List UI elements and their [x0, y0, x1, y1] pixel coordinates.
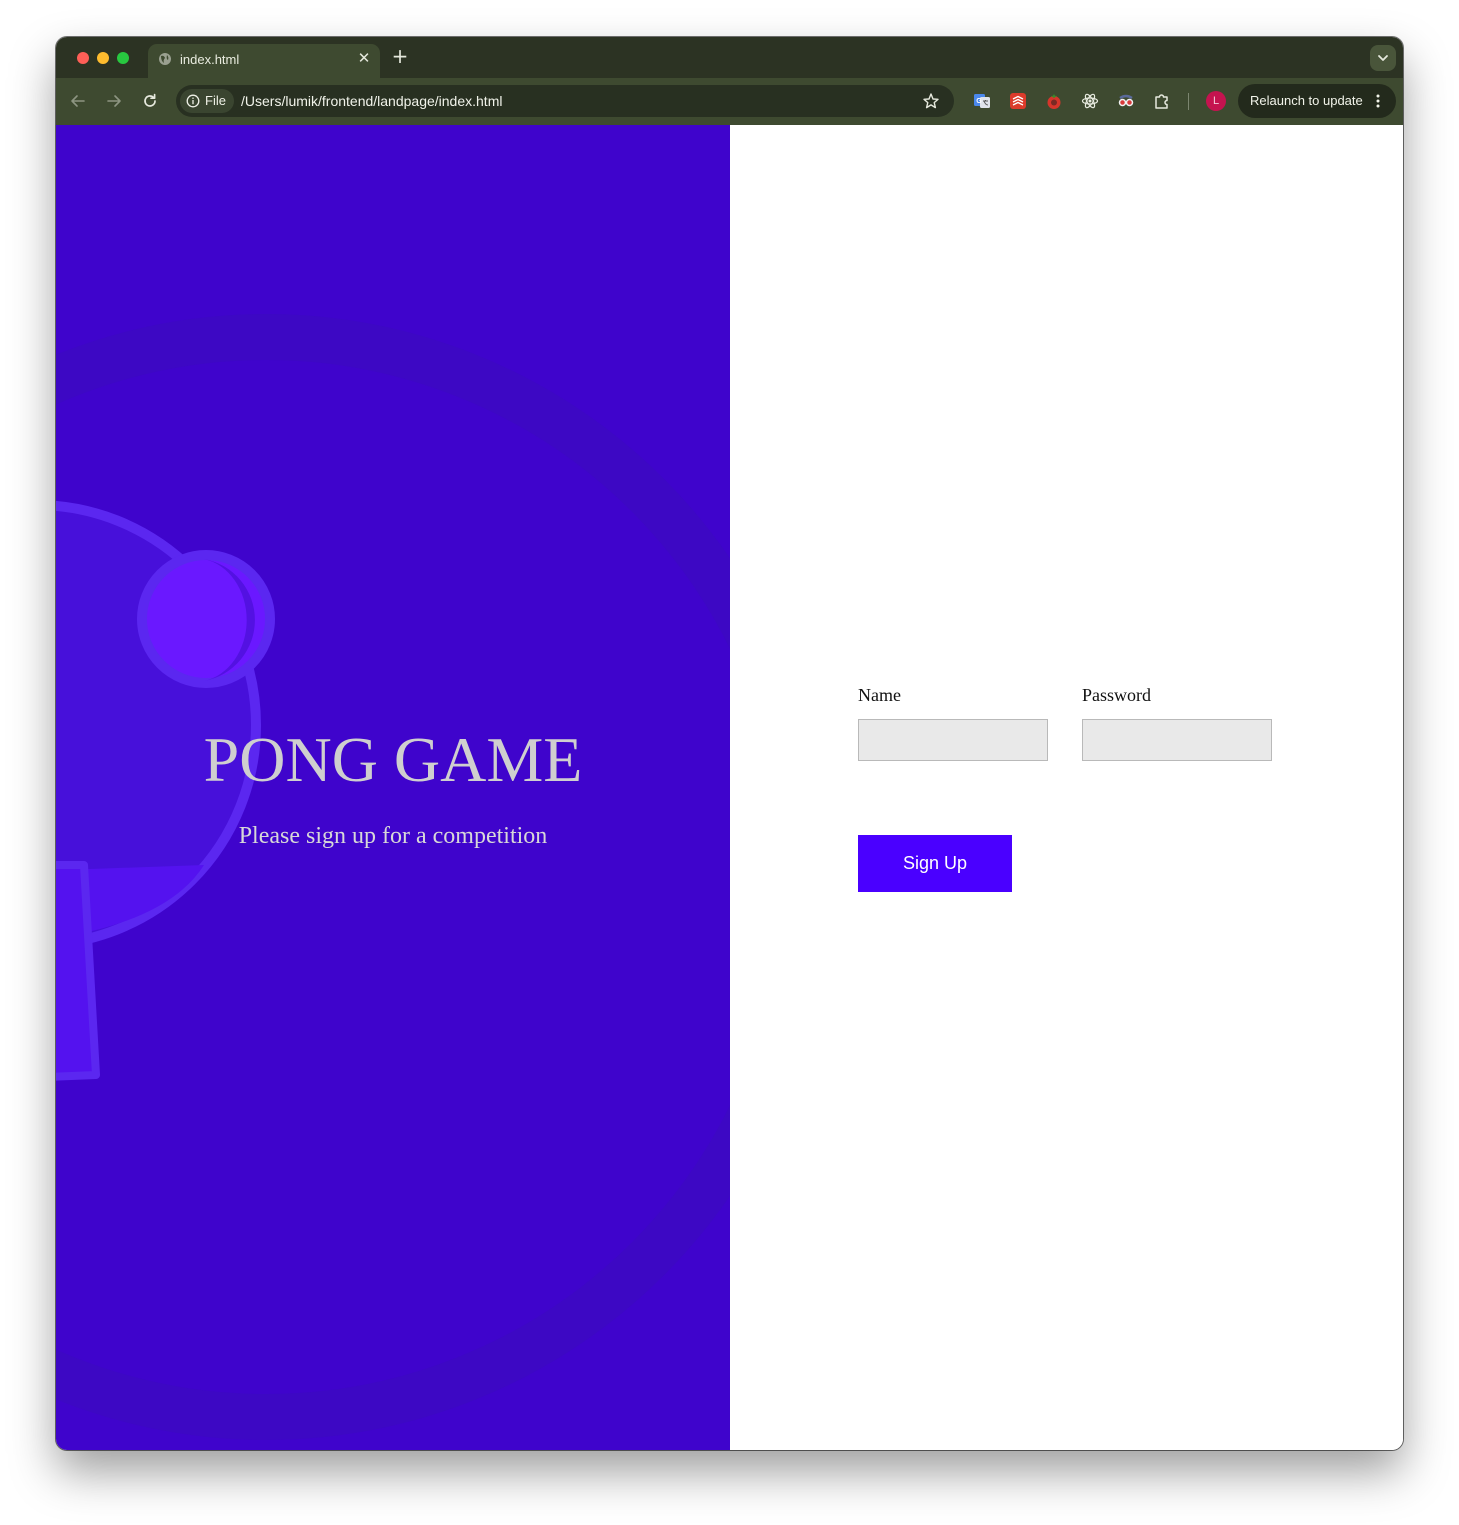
star-icon[interactable]: [921, 91, 941, 111]
page-title: PONG GAME: [203, 724, 583, 795]
sign-up-button[interactable]: Sign Up: [858, 835, 1012, 892]
globe-icon: [159, 53, 171, 65]
react-devtools-icon[interactable]: [1080, 91, 1100, 111]
google-translate-icon[interactable]: G: [972, 91, 992, 111]
puzzle-piece-icon[interactable]: [1152, 91, 1172, 111]
relaunch-to-update-button[interactable]: Relaunch to update: [1238, 84, 1396, 118]
tomato-timer-icon[interactable]: [1044, 91, 1064, 111]
spy-glasses-icon[interactable]: [1116, 91, 1136, 111]
profile-avatar[interactable]: L: [1206, 91, 1226, 111]
tab-index-html[interactable]: index.html ✕: [148, 44, 380, 78]
page-subtitle: Please sign up for a competition: [238, 823, 548, 849]
more-vertical-icon: [1376, 94, 1380, 108]
page-content: PONG GAME Please sign up for a competiti…: [56, 125, 1403, 1450]
zoom-window-button[interactable]: [117, 52, 129, 64]
url-text[interactable]: /Users/lumik/frontend/landpage/index.htm…: [241, 93, 502, 109]
toolbar-separator: [1188, 93, 1189, 110]
site-info-label: File: [205, 93, 226, 108]
address-bar[interactable]: File /Users/lumik/frontend/landpage/inde…: [176, 85, 954, 117]
close-window-button[interactable]: [77, 52, 89, 64]
info-icon: [186, 94, 200, 108]
tab-strip: index.html ✕ +: [56, 37, 1403, 78]
password-label: Password: [1082, 685, 1152, 705]
relaunch-label: Relaunch to update: [1250, 93, 1363, 108]
svg-text:G: G: [976, 98, 982, 105]
tab-search-button[interactable]: [1370, 45, 1396, 71]
hero-panel: PONG GAME Please sign up for a competiti…: [56, 125, 730, 1450]
name-label: Name: [858, 685, 901, 705]
arrow-left-icon[interactable]: [68, 91, 88, 111]
toolbar: File /Users/lumik/frontend/landpage/inde…: [56, 78, 1403, 125]
close-icon[interactable]: ✕: [356, 50, 372, 66]
name-input[interactable]: [858, 719, 1048, 761]
minimize-window-button[interactable]: [97, 52, 109, 64]
arrow-right-icon[interactable]: [104, 91, 124, 111]
tab-title: index.html: [180, 52, 240, 67]
password-input[interactable]: [1082, 719, 1272, 761]
chevron-down-icon: [1378, 55, 1388, 61]
browser-window: index.html ✕ + File /Users/lumik/fronten…: [56, 37, 1403, 1450]
todoist-icon[interactable]: [1008, 91, 1028, 111]
signup-form-panel: Name Password Sign Up: [730, 125, 1403, 1450]
reload-icon[interactable]: [140, 91, 160, 111]
new-tab-button[interactable]: +: [390, 46, 410, 66]
site-info-chip[interactable]: File: [180, 89, 234, 113]
